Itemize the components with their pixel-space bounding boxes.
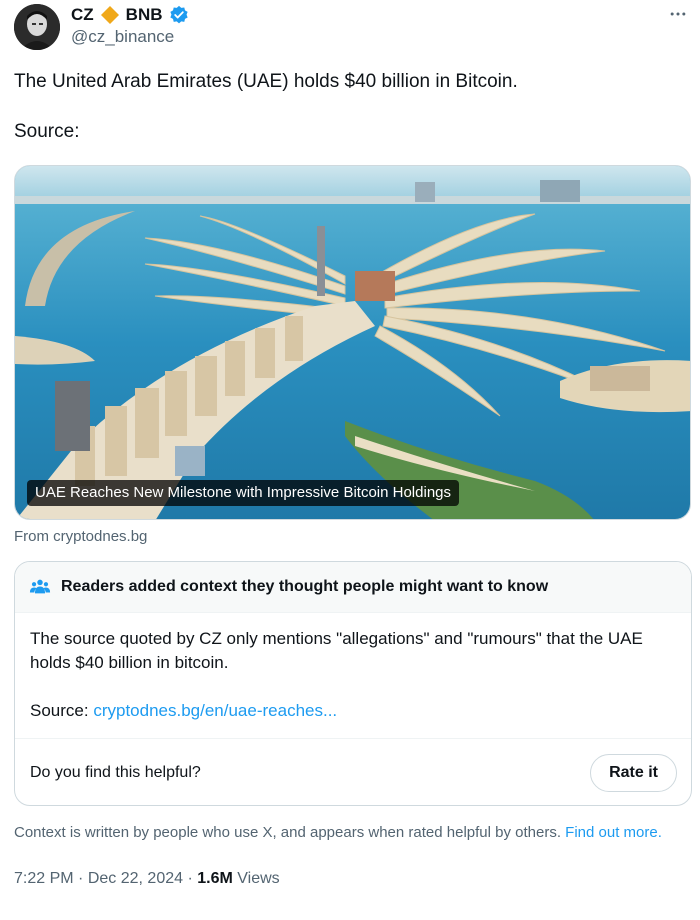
source-link[interactable]: cryptodnes.bg/en/uae-reaches... bbox=[93, 701, 337, 720]
post-time[interactable]: 7:22 PM bbox=[14, 870, 74, 887]
community-note-footer: Do you find this helpful? Rate it bbox=[15, 738, 691, 805]
rate-it-button[interactable]: Rate it bbox=[590, 753, 677, 792]
community-note-header: Readers added context they thought peopl… bbox=[15, 562, 691, 613]
views-count: 1.6M bbox=[197, 870, 233, 887]
disclaimer-text: Context is written by people who use X, … bbox=[14, 824, 561, 841]
community-note-body: The source quoted by CZ only mentions "a… bbox=[15, 613, 691, 723]
post-date[interactable]: Dec 22, 2024 bbox=[88, 870, 183, 887]
people-icon bbox=[29, 576, 51, 598]
helpful-question: Do you find this helpful? bbox=[30, 763, 201, 781]
verified-badge-icon bbox=[169, 5, 189, 25]
tweet-timestamp: 7:22 PM · Dec 22, 2024 · 1.6M Views bbox=[14, 868, 280, 890]
avatar[interactable] bbox=[14, 4, 60, 50]
community-note-text: The source quoted by CZ only mentions "a… bbox=[30, 629, 643, 672]
find-out-more-link[interactable]: Find out more. bbox=[565, 824, 662, 841]
bnb-diamond-icon bbox=[100, 5, 120, 25]
community-note: Readers added context they thought peopl… bbox=[14, 561, 692, 806]
more-horizontal-icon[interactable] bbox=[664, 0, 692, 28]
separator: · bbox=[187, 870, 193, 887]
tweet-text: The United Arab Emirates (UAE) holds $40… bbox=[14, 69, 684, 144]
author-name-row[interactable]: CZ BNB bbox=[71, 3, 189, 27]
context-disclaimer: Context is written by people who use X, … bbox=[14, 822, 684, 843]
tweet-text-line: The United Arab Emirates (UAE) holds $40… bbox=[14, 71, 518, 92]
community-note-source: Source: cryptodnes.bg/en/uae-reaches... bbox=[30, 699, 675, 723]
source-label: Source: bbox=[30, 701, 89, 720]
separator: · bbox=[78, 870, 84, 887]
author-handle[interactable]: @cz_binance bbox=[71, 27, 174, 47]
affiliation-label[interactable]: BNB bbox=[126, 3, 163, 27]
community-note-title: Readers added context they thought peopl… bbox=[61, 578, 549, 595]
link-card-image[interactable] bbox=[14, 165, 691, 520]
card-caption: UAE Reaches New Milestone with Impressiv… bbox=[27, 480, 460, 506]
tweet-text-line: Source: bbox=[14, 121, 80, 142]
author-name[interactable]: CZ bbox=[71, 3, 94, 27]
card-source[interactable]: From cryptodnes.bg bbox=[14, 527, 147, 547]
views-label: Views bbox=[237, 870, 280, 887]
